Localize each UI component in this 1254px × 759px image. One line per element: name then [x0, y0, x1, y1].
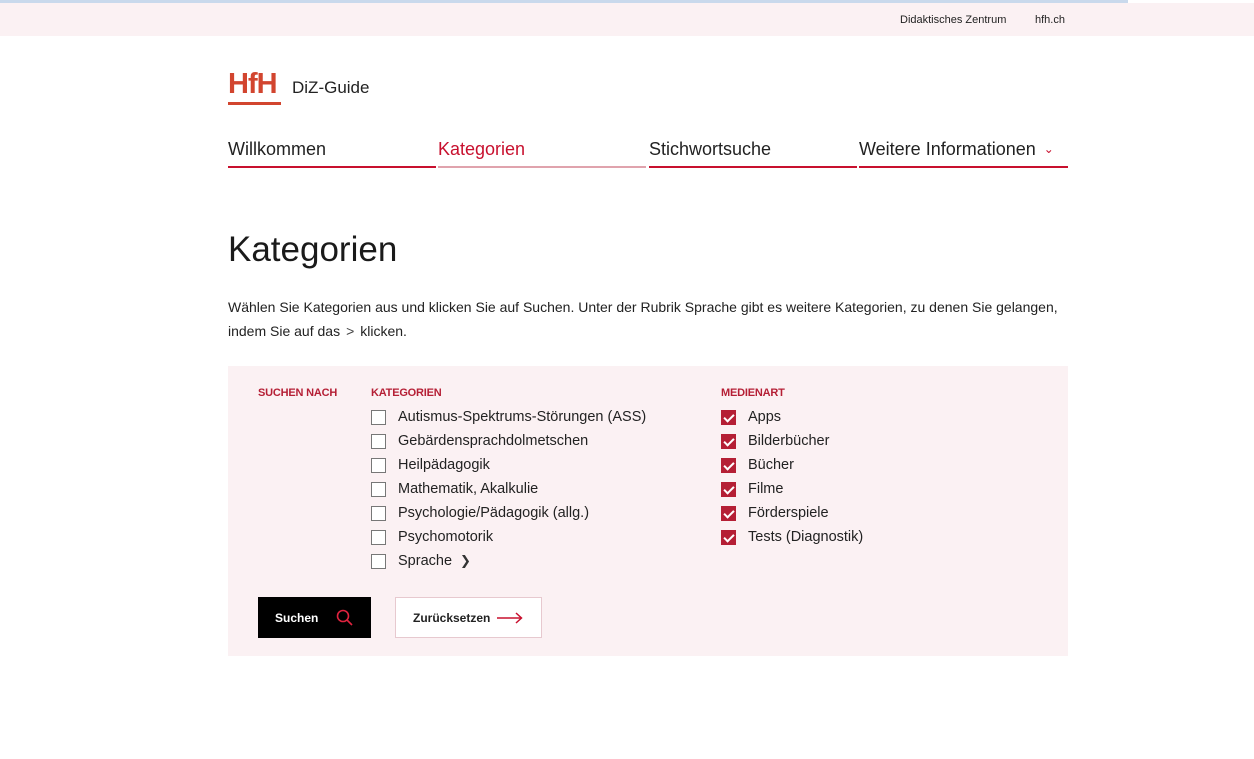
checkbox-buecher[interactable]: Bücher [721, 455, 794, 475]
tab-weitere-informationen[interactable]: Weitere Informationen ⌄ [859, 136, 1068, 168]
checkbox[interactable] [371, 457, 386, 473]
checkbox-checked[interactable] [721, 481, 736, 497]
checkbox-tests[interactable]: Tests (Diagnostik) [721, 527, 863, 547]
checkbox-label: Mathematik, Akalkulie [398, 481, 539, 497]
checkbox-label: Autismus-Spektrums-Störungen (ASS) [398, 409, 647, 425]
intro-text: Wählen Sie Kategorien aus und klicken Si… [228, 295, 1058, 343]
tab-label: Weitere Informationen [859, 139, 1036, 159]
checkbox-mathematik[interactable]: Mathematik, Akalkulie [371, 479, 538, 499]
search-by-heading: SUCHEN NACH [258, 387, 338, 399]
checkbox-checked[interactable] [721, 505, 736, 521]
app-name: DiZ-Guide [292, 78, 370, 97]
search-button[interactable]: Suchen [258, 597, 371, 638]
checkbox-label: Sprache [398, 553, 453, 569]
tab-label: Kategorien [438, 139, 526, 159]
checkbox[interactable] [371, 409, 386, 425]
hfh-logo[interactable]: HfH [228, 70, 281, 105]
checkbox-bilderbuecher[interactable]: Bilderbücher [721, 431, 829, 451]
checkbox-checked[interactable] [721, 457, 736, 473]
checkbox[interactable] [371, 553, 386, 569]
checkbox-checked[interactable] [721, 433, 736, 449]
checkbox-apps[interactable]: Apps [721, 407, 781, 427]
tab-willkommen[interactable]: Willkommen [228, 136, 436, 168]
main-nav: Willkommen Kategorien Stichwortsuche Wei… [228, 136, 1068, 168]
checkbox-label: Heilpädagogik [398, 457, 490, 473]
checkbox[interactable] [371, 433, 386, 449]
logo-text: HfH [228, 68, 278, 100]
logo-underline [228, 102, 281, 105]
checkbox-label: Psychomotorik [398, 529, 494, 545]
checkbox-label: Apps [748, 409, 782, 425]
link-didaktisches-zentrum[interactable]: Didaktisches Zentrum [900, 14, 1006, 26]
tab-label: Stichwortsuche [649, 139, 772, 159]
checkbox[interactable] [371, 529, 386, 545]
search-button-label: Suchen [275, 610, 319, 625]
checkbox-checked[interactable] [721, 409, 736, 425]
checkbox-label: Psychologie/Pädagogik (allg.) [398, 505, 590, 521]
reset-button[interactable]: Zurücksetzen [395, 597, 542, 638]
brand[interactable]: HfH DiZ-Guide [228, 70, 369, 105]
top-bar: Didaktisches Zentrum hfh.ch [0, 3, 1254, 36]
tab-label: Willkommen [228, 139, 327, 159]
checkbox-checked[interactable] [721, 529, 736, 545]
checkbox-label: Förderspiele [748, 505, 829, 521]
checkbox-label: Tests (Diagnostik) [748, 529, 864, 545]
checkbox[interactable] [371, 481, 386, 497]
checkbox-foerderspiele[interactable]: Förderspiele [721, 503, 829, 523]
checkbox-sprache[interactable]: Sprache ❯ [371, 551, 471, 571]
chevron-right-icon[interactable]: ❯ [460, 553, 471, 569]
checkbox-label: Bücher [748, 457, 794, 473]
checkbox-ass[interactable]: Autismus-Spektrums-Störungen (ASS) [371, 407, 646, 427]
checkbox-label: Gebärdensprachdolmetschen [398, 433, 589, 449]
checkbox-psychomotorik[interactable]: Psychomotorik [371, 527, 493, 547]
checkbox[interactable] [371, 505, 386, 521]
categories-heading: KATEGORIEN [371, 387, 442, 399]
tab-stichwortsuche[interactable]: Stichwortsuche [649, 136, 857, 168]
checkbox-label: Bilderbücher [748, 433, 830, 449]
chevron-down-icon: ⌄ [1043, 142, 1054, 156]
filter-panel: SUCHEN NACH KATEGORIEN MEDIENART Autismu… [228, 366, 1068, 656]
checkbox-gebaerdensprachdolmetschen[interactable]: Gebärdensprachdolmetschen [371, 431, 588, 451]
checkbox-heilpaedagogik[interactable]: Heilpädagogik [371, 455, 490, 475]
page-title: Kategorien [228, 230, 398, 269]
link-hfh[interactable]: hfh.ch [1035, 14, 1065, 26]
chevron-right-icon: > [346, 323, 355, 339]
intro-text-end: klicken. [360, 323, 407, 339]
checkbox-psychologie[interactable]: Psychologie/Pädagogik (allg.) [371, 503, 589, 523]
arrow-right-icon [497, 612, 523, 624]
reset-button-label: Zurücksetzen [413, 610, 491, 625]
media-heading: MEDIENART [721, 387, 785, 399]
search-icon [336, 609, 353, 626]
checkbox-filme[interactable]: Filme [721, 479, 783, 499]
checkbox-label: Filme [748, 481, 784, 497]
tab-kategorien[interactable]: Kategorien [438, 136, 646, 168]
